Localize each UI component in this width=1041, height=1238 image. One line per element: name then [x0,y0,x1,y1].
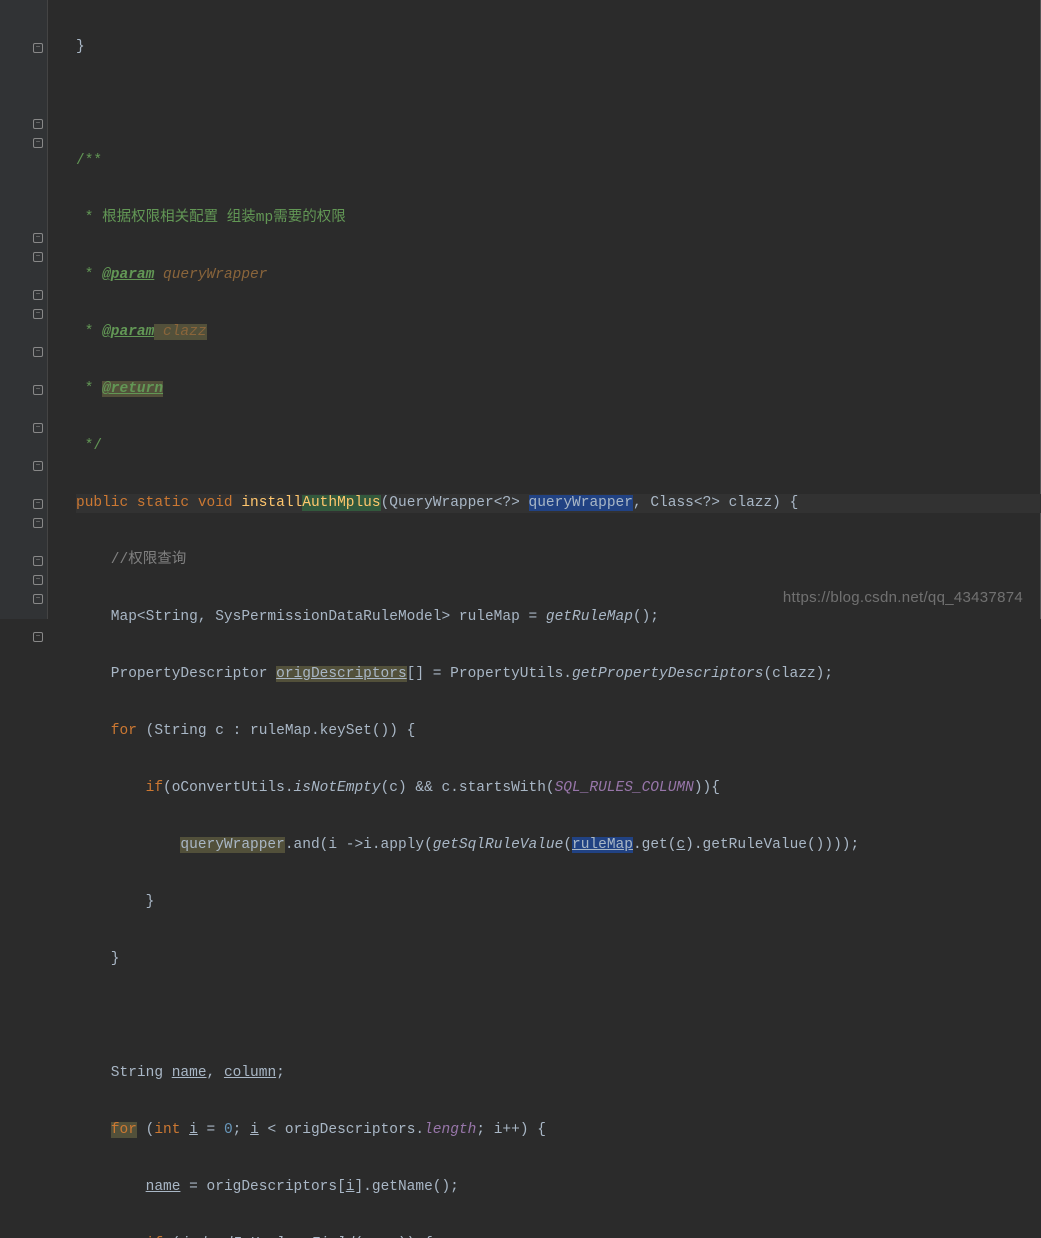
code-text: } [76,39,85,55]
code-text: )) { [398,1236,433,1238]
fold-start-icon[interactable]: − [33,138,43,148]
code-text: String [76,1065,172,1081]
code-text: (String c : ruleMap.keySet()) { [137,723,415,739]
keyword-if: if [76,1236,163,1238]
gutter: − − − − − − − − − − − − − − − − − [0,0,48,619]
var-name: name [146,1179,181,1195]
code-text: ; [276,1065,285,1081]
fold-start-icon[interactable]: − [33,233,43,243]
fold-end-icon[interactable]: − [33,556,43,566]
code-text: ; i++) { [476,1122,546,1138]
code-text: Map<String, SysPermissionDataRuleModel> … [76,609,546,625]
var-name: name [363,1236,398,1238]
code-text: ( [163,1236,180,1238]
keyword-if: if [76,780,163,796]
doc-tag: @param [102,267,154,283]
code-text: (c) && c.startsWith( [381,780,555,796]
fold-end-icon[interactable]: − [33,309,43,319]
code-text: .and(i ->i.apply( [285,837,433,853]
querywrapper-usage: queryWrapper [180,837,284,853]
code-text: ( [354,1236,363,1238]
code-text: PropertyDescriptor [76,666,276,682]
code-text: (); [633,609,659,625]
code-text: ].getName(); [354,1179,458,1195]
static-call: isNotEmpty [294,780,381,796]
watermark: https://blog.csdn.net/qq_43437874 [783,588,1023,607]
var-i: i [250,1122,259,1138]
doc-prefix: * [76,381,102,397]
fold-start-icon[interactable]: − [33,347,43,357]
doc-tag: @param [102,324,154,340]
field-length: length [424,1122,476,1138]
keyword-for: for [111,1122,137,1138]
warning-ident: origDescriptors [276,666,407,682]
fold-start-icon[interactable]: − [33,461,43,471]
doc-start: /** [76,153,102,169]
fold-start-icon[interactable]: − [33,518,43,528]
fold-end-icon[interactable]: − [33,575,43,585]
fold-end-icon[interactable]: − [33,423,43,433]
static-call: judgedIsUselessField [180,1236,354,1238]
rulemap-ref: ruleMap [572,837,633,853]
var-column: column [224,1065,276,1081]
code-text: (oConvertUtils. [163,780,294,796]
var-c: c [676,837,685,853]
number: 0 [224,1122,233,1138]
method-name-highlight: AuthMplus [302,495,380,511]
var-i: i [346,1179,355,1195]
brace: } [76,951,120,967]
doc-end: */ [76,438,102,454]
keyword-for: for [76,723,137,739]
brace: } [76,894,154,910]
code-text: .get( [633,837,677,853]
doc-prefix: * [76,324,102,340]
fold-end-icon[interactable]: − [33,499,43,509]
fold-minus-icon[interactable]: − [33,119,43,129]
code-text: , [207,1065,224,1081]
indent [76,837,180,853]
indent [76,1179,146,1195]
static-call: getSqlRuleValue [433,837,564,853]
doc-prefix: * [76,267,102,283]
fold-minus-icon[interactable]: − [33,632,43,642]
doc-text: 根据权限相关配置 组装mp需要的权限 [102,210,346,226]
code-text: (clazz); [763,666,833,682]
selection: queryWrapper [529,495,633,511]
fold-end-icon[interactable]: − [33,290,43,300]
code-area[interactable]: } /** * 根据权限相关配置 组装mp需要的权限 * @param quer… [48,0,1041,619]
static-call: getRuleMap [546,609,633,625]
code-text: ).getRuleValue()))); [685,837,859,853]
comment: //权限查询 [76,552,186,568]
fold-minus-icon[interactable]: − [33,43,43,53]
doc-prefix: * [76,210,102,226]
code-text: )){ [694,780,720,796]
space [180,1122,189,1138]
code-text: = origDescriptors[ [180,1179,345,1195]
code-text: = [198,1122,224,1138]
fold-start-icon[interactable]: − [33,385,43,395]
doc-param: clazz [154,324,206,340]
code-text: < origDescriptors. [259,1122,424,1138]
code-text: ( [137,1122,154,1138]
fold-end-icon[interactable]: − [33,594,43,604]
doc-tag: @return [102,381,163,397]
static-call: getPropertyDescriptors [572,666,763,682]
code-text: (QueryWrapper<?> [381,495,529,511]
code-text: ; [233,1122,250,1138]
keyword-int: int [154,1122,180,1138]
code-editor[interactable]: − − − − − − − − − − − − − − − − − } /** [0,0,1041,619]
method-name: install [241,495,302,511]
doc-param: queryWrapper [154,267,267,283]
code-text: ( [563,837,572,853]
var-name: name [172,1065,207,1081]
var-i: i [189,1122,198,1138]
code-text: , Class<?> clazz) { [633,495,798,511]
fold-start-icon[interactable]: − [33,252,43,262]
field-ref: SQL_RULES_COLUMN [555,780,694,796]
code-text: [] = PropertyUtils. [407,666,572,682]
keywords: public static void [76,495,233,511]
